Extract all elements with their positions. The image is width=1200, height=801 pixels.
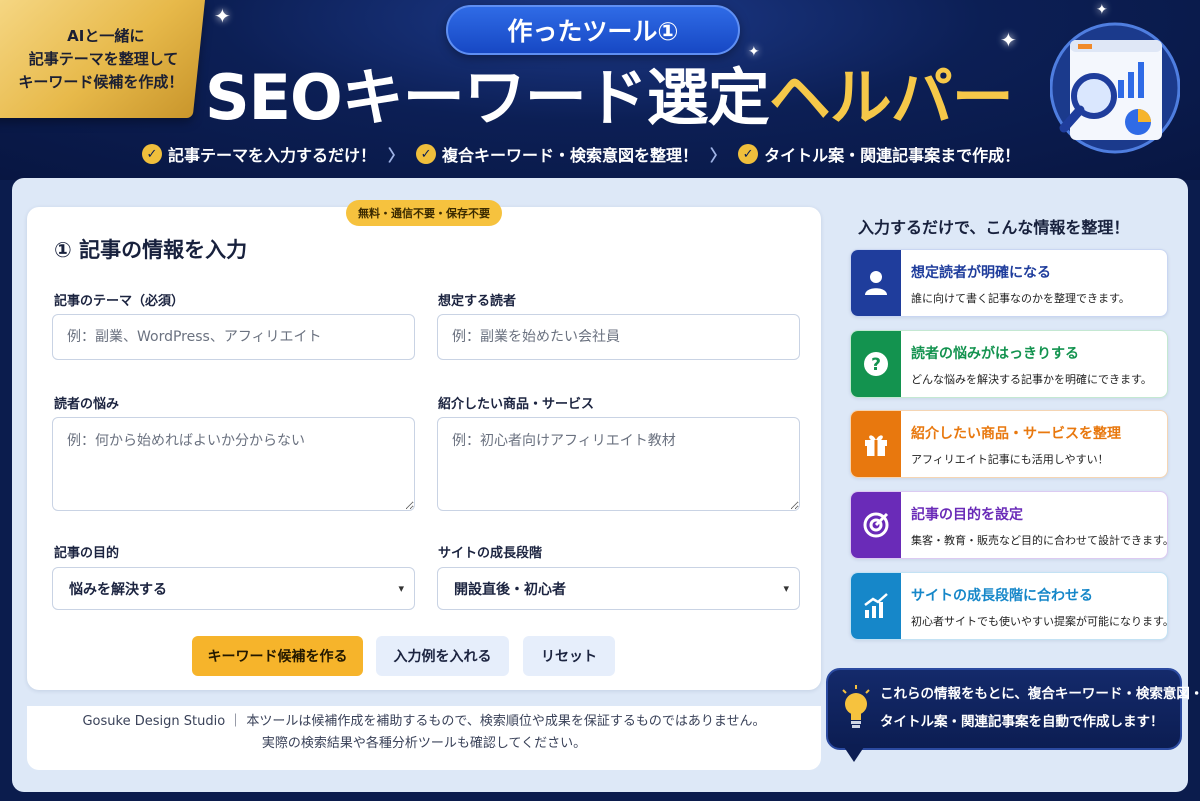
theme-label: 記事のテーマ（必須） (54, 294, 185, 309)
feature-card-product: 紹介したい商品・サービスを整理 アフィリエイト記事にも活用しやすい！ (850, 410, 1168, 478)
purpose-label: 記事の目的 (54, 546, 120, 561)
worry-textarea[interactable] (52, 417, 415, 511)
tool-number-pill: 作ったツール① (446, 5, 740, 55)
checkmark-icon: ✓ (142, 144, 162, 164)
check-item: ✓ タイトル案・関連記事案まで作成！ (738, 142, 1020, 166)
purpose-select[interactable]: 悩みを解決する ▾ (52, 567, 415, 610)
feature-desc: どんな悩みを解決する記事かを明確にできます。 (911, 373, 1152, 386)
check-item: ✓ 複合キーワード・検索意図を整理！ (416, 142, 698, 166)
growth-chart-icon (851, 573, 901, 639)
reader-label: 想定する読者 (438, 294, 517, 309)
stage-select[interactable]: 開設直後・初心者 ▾ (437, 567, 800, 610)
reset-button[interactable]: リセット (523, 636, 615, 676)
side-heading: 入力するだけで、こんな情報を整理！ (858, 218, 1130, 237)
check-text: 記事テーマを入力するだけ！ (168, 146, 377, 165)
check-text: タイトル案・関連記事案まで作成！ (764, 146, 1021, 165)
section-title: ① 記事の情報を入力 (54, 238, 248, 262)
product-label: 紹介したい商品・サービス (438, 397, 595, 412)
checkmark-icon: ✓ (416, 144, 437, 164)
feature-desc: 誰に向けて書く記事なのかを整理できます。 (911, 292, 1130, 305)
sparkle-icon: ✦ (1096, 2, 1108, 18)
ribbon-line: 記事テーマを整理して (28, 49, 179, 68)
sparkle-icon: ✦ (214, 4, 231, 28)
feature-checklist: ✓ 記事テーマを入力するだけ！ 〉 ✓ 複合キーワード・検索意図を整理！ 〉 ✓… (142, 140, 1062, 168)
separator-icon: 〉 (388, 146, 405, 165)
svg-text:?: ? (871, 355, 881, 375)
feature-card-worry: ? 読者の悩みがはっきりする どんな悩みを解決する記事かを明確にできます。 (850, 330, 1168, 398)
bubble-line: タイトル案・関連記事案を自動で作成します！ (880, 714, 1164, 730)
seo-analysis-illustration-icon (1050, 22, 1180, 154)
bubble-tail (842, 744, 866, 762)
chevron-down-icon: ▾ (398, 581, 404, 595)
feature-title: 記事の目的を設定 (911, 507, 1023, 523)
title-main: SEOキーワード選定 (205, 61, 770, 134)
promo-ribbon: AIと一緒に 記事テーマを整理して キーワード候補を作成！ (0, 0, 205, 118)
feature-card-purpose: 記事の目的を設定 集客・教育・販売など目的に合わせて設計できます。 (850, 491, 1174, 559)
generate-keywords-button[interactable]: キーワード候補を作る (192, 636, 363, 676)
footer-line: 実際の検索結果や各種分析ツールも確認してください。 (261, 736, 587, 751)
feature-card-reader: 想定読者が明確になる 誰に向けて書く記事なのかを整理できます。 (850, 249, 1168, 317)
theme-input[interactable] (52, 314, 415, 360)
feature-desc: 集客・教育・販売など目的に合わせて設計できます。 (911, 534, 1174, 547)
gift-icon (851, 411, 901, 477)
purpose-selected-value: 悩みを解決する (69, 581, 167, 598)
stage-selected-value: 開設直後・初心者 (454, 581, 566, 598)
lightbulb-icon (842, 685, 870, 728)
stage-label: サイトの成長段階 (438, 546, 543, 561)
check-text: 複合キーワード・検索意図を整理！ (442, 146, 699, 165)
footer-line: Gosuke Design Studio ｜ 本ツールは候補作成を補助するもので… (82, 714, 766, 729)
feature-title: 読者の悩みがはっきりする (911, 346, 1079, 362)
ribbon-line: キーワード候補を作成！ (18, 72, 184, 91)
bubble-text: これらの情報をもとに、複合キーワード・検索意図・ タイトル案・関連記事案を自動で… (880, 680, 1200, 736)
feature-desc: アフィリエイト記事にも活用しやすい！ (911, 453, 1109, 466)
hero-banner: ✦ ✦ ✦ ✦ AIと一緒に 記事テーマを整理して キーワード候補を作成！ 作っ… (0, 0, 1200, 180)
feature-title: 想定読者が明確になる (911, 265, 1051, 281)
feature-title: サイトの成長段階に合わせる (911, 588, 1093, 604)
checkmark-icon: ✓ (738, 144, 759, 164)
check-item: ✓ 記事テーマを入力するだけ！ (142, 142, 376, 166)
reader-input[interactable] (437, 314, 800, 360)
fill-example-button[interactable]: 入力例を入れる (376, 636, 509, 676)
page-title: SEOキーワード選定ヘルパー (205, 58, 1035, 138)
feature-card-stage: サイトの成長段階に合わせる 初心者サイトでも使いやすい提案が可能になります。 (850, 572, 1174, 640)
question-icon: ? (851, 331, 901, 397)
feature-desc: 初心者サイトでも使いやすい提案が可能になります。 (911, 615, 1174, 628)
ribbon-line: AIと一緒に (67, 26, 145, 45)
person-icon (851, 250, 901, 316)
bubble-line: これらの情報をもとに、複合キーワード・検索意図・ (880, 686, 1200, 702)
title-accent: ヘルパー (768, 61, 1014, 134)
feature-title: 紹介したい商品・サービスを整理 (911, 426, 1121, 442)
product-textarea[interactable] (437, 417, 800, 511)
chevron-down-icon: ▾ (783, 581, 789, 595)
sparkle-icon: ✦ (1000, 28, 1017, 52)
worry-label: 読者の悩み (54, 397, 120, 412)
separator-icon: 〉 (710, 146, 727, 165)
free-badge: 無料・通信不要・保存不要 (346, 200, 502, 226)
target-icon (851, 492, 901, 558)
